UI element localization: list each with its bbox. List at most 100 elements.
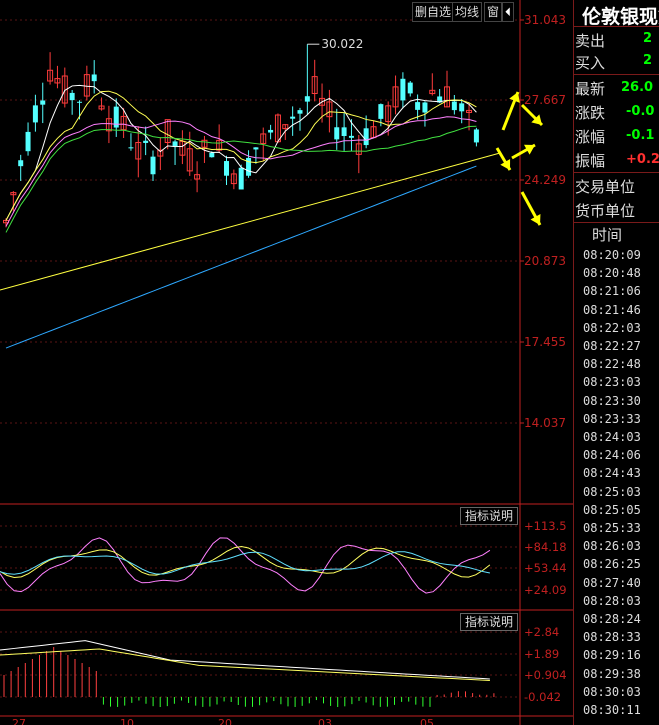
candle-body-down [268,129,274,133]
price-axis-label: 17.455 [524,335,566,349]
change-pct-label: 涨幅 [575,128,606,146]
candle-body-down [400,78,406,101]
tick-time: 08:23:33 [583,411,641,426]
divider [573,222,659,223]
tick-time: 08:22:48 [583,357,641,372]
buy-label: 买入 [575,54,606,72]
time-column-header: 时间 [592,226,623,244]
tick-time: 08:23:30 [583,393,641,408]
candle-body-down [172,141,178,147]
divider [573,26,659,27]
tick-time: 08:30:11 [583,703,641,717]
candle-body-down [297,110,303,114]
play-back-icon[interactable]: ⏴ [502,2,515,22]
tick-time: 08:27:40 [583,575,641,590]
candle-body-down [40,100,46,105]
moving-average-button[interactable]: 均线 [452,2,483,22]
indicator1-axis-label: +24.09 [524,583,567,597]
tick-time: 08:25:05 [583,502,641,517]
date-tick-label: 03 [318,717,332,725]
divider [573,74,659,75]
candle-body-down [415,102,421,110]
candle-body-down [378,104,384,119]
last-value: 26.0 [621,80,654,95]
sell-value: 2 [643,31,653,46]
currency-unit-label: 货币单位 [575,202,636,220]
tick-time: 08:28:24 [583,612,641,626]
candle-body-down [150,156,156,175]
tick-time: 08:21:46 [583,302,641,317]
tick-time: 08:25:33 [583,521,641,535]
amplitude-value: +0.2 [626,152,659,167]
candle-body-down [473,129,479,143]
tick-time: 08:24:06 [583,448,641,463]
peak-annotation-label: 30.022 [321,37,363,51]
indicator1-help-button[interactable]: 指标说明 [460,507,518,525]
amplitude-label: 振幅 [575,152,606,170]
ma60-line [5,165,477,349]
indicator1-line-d [0,545,491,579]
candle-body-down [304,96,310,102]
tick-time: 08:26:03 [583,539,641,554]
date-tick-label: 27 [12,717,26,725]
candle-body-down [209,152,215,158]
candle-body-down [253,147,259,150]
candle-body-down [91,74,97,82]
tick-time: 08:25:03 [583,484,641,499]
tick-time: 08:24:03 [583,430,641,444]
instrument-title: 伦敦银现货 [582,6,659,28]
tick-time: 08:28:33 [583,630,641,645]
indicator1-axis-label: +53.44 [524,561,567,575]
tick-time: 08:30:03 [583,684,641,699]
tick-time: 08:23:03 [583,375,641,390]
indicator1-line-k [0,537,491,594]
candle-body-down [341,127,347,136]
candle-body-down [238,167,244,190]
indicator2-help-button[interactable]: 指标说明 [460,613,518,631]
candle-body-down [407,82,413,94]
date-tick-label: 05 [420,717,434,725]
candle-body-down [143,140,149,143]
price-axis-label: 24.249 [524,173,566,187]
indicator2-axis-label: +2.84 [524,625,559,639]
tick-time: 08:20:09 [583,248,641,262]
tick-time: 08:26:25 [583,557,641,572]
date-tick-label: 20 [218,717,232,725]
ma10-line [5,90,477,221]
price-axis-label: 27.667 [524,93,566,107]
candle-body-down [25,131,31,152]
candle-body-down [32,105,38,123]
change-pct-value: -0.1 [626,128,655,143]
candle-body-down [348,135,354,138]
tick-time: 08:24:43 [583,466,641,481]
tick-time: 08:21:06 [583,284,641,299]
window-button[interactable]: 窗 [484,2,503,22]
candle-body-down [422,102,428,113]
tick-time: 08:22:03 [583,320,641,335]
tick-time: 08:29:38 [583,666,641,681]
price-axis-label: 14.037 [524,416,566,430]
price-axis-label: 20.873 [524,254,566,268]
tick-time: 08:29:16 [583,648,641,663]
candle-body-down [334,127,340,140]
tick-time: 08:20:48 [583,266,641,281]
candle-body-down [451,101,457,111]
date-tick-label: 10 [120,717,134,725]
last-label: 最新 [575,80,606,98]
buy-value: 2 [643,53,653,68]
indicator2-axis-label: +0.904 [524,668,567,682]
sell-label: 卖出 [575,32,606,50]
indicator2-axis-label: +1.89 [524,647,559,661]
tick-time: 08:22:27 [583,339,641,353]
indicator2-axis-label: -0.042 [524,690,561,704]
candle-body-down [290,116,296,119]
candle-body-down [18,160,24,167]
candle-body-down [77,101,82,103]
change-value: -0.0 [626,104,655,119]
delete-watchlist-button[interactable]: 删自选 [412,2,455,22]
indicator1-axis-label: +84.18 [524,540,567,554]
candle-body-down [224,161,229,176]
candle-body-down [128,147,134,149]
candle-body-down [459,103,465,112]
change-label: 涨跌 [575,104,606,122]
